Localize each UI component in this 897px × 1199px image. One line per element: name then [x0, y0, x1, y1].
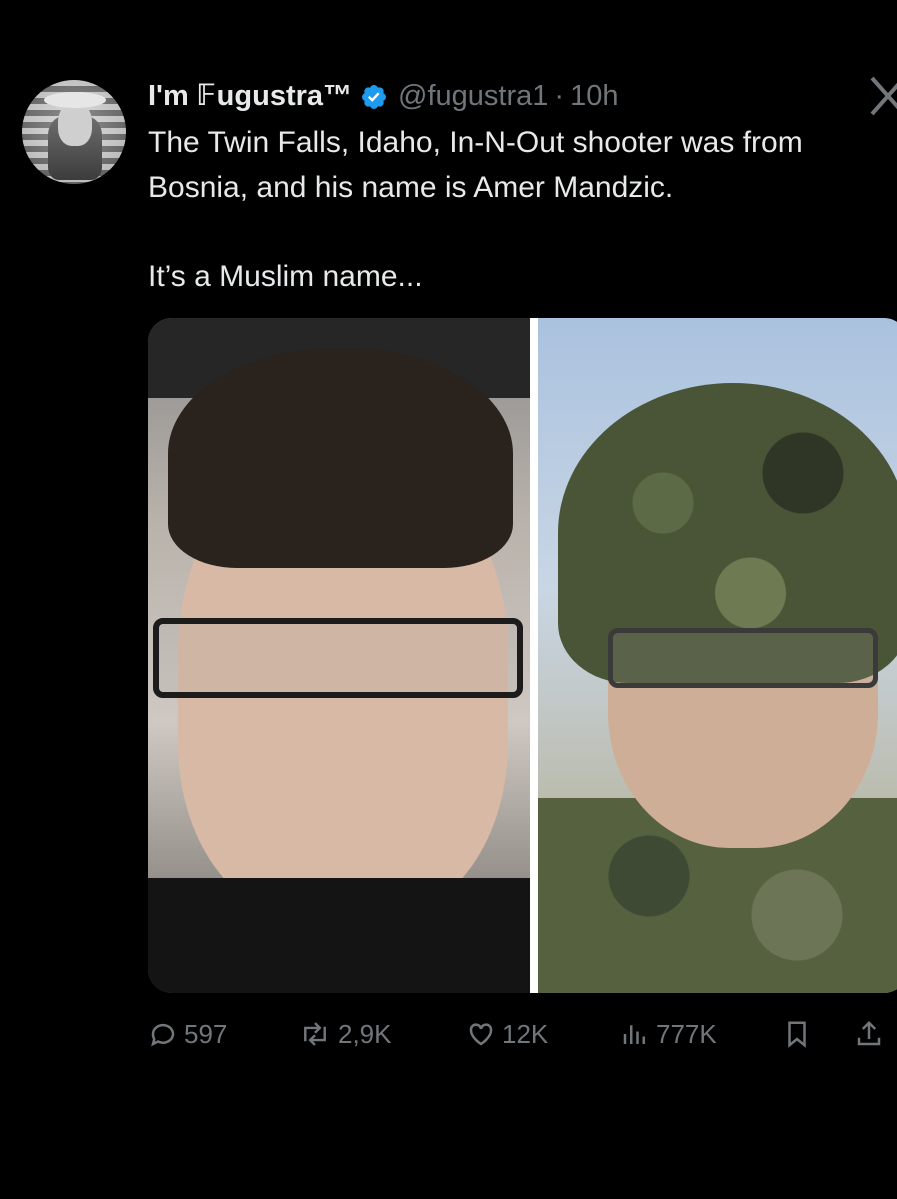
reply-button[interactable]: 597 — [148, 1012, 227, 1056]
action-bar: 597 2,9K 12K 777K — [148, 1012, 897, 1056]
verified-badge-icon — [360, 82, 388, 110]
x-icon[interactable] — [868, 74, 897, 118]
repost-icon — [298, 1019, 332, 1049]
repost-button[interactable]: 2,9K — [298, 1012, 392, 1056]
bookmark-icon — [784, 1019, 810, 1049]
share-button[interactable] — [854, 1012, 884, 1056]
like-count: 12K — [502, 1018, 549, 1049]
tweet-text-paragraph-2: It’s a Muslim name... — [148, 260, 423, 293]
media-divider — [530, 318, 538, 993]
reply-icon — [148, 1019, 178, 1049]
tweet-header: I'm 𝔽ugustra™ @fugustra1 · 10h — [148, 76, 618, 116]
avatar[interactable] — [22, 80, 126, 184]
right-photo[interactable] — [538, 318, 897, 993]
like-button[interactable]: 12K — [466, 1012, 548, 1056]
handle[interactable]: @fugustra1 — [398, 76, 548, 116]
tweet-text-paragraph-1: The Twin Falls, Idaho, In-N-Out shooter … — [148, 126, 803, 204]
share-icon — [854, 1019, 884, 1049]
reply-count: 597 — [184, 1018, 228, 1049]
avatar-face — [58, 102, 92, 146]
repost-count: 2,9K — [338, 1018, 392, 1049]
left-photo-shirt — [148, 878, 530, 993]
left-photo[interactable] — [148, 318, 530, 993]
separator-dot: · — [554, 80, 565, 112]
left-photo-hair — [168, 348, 513, 568]
views-count: 777K — [656, 1018, 717, 1049]
bookmark-button[interactable] — [784, 1012, 810, 1056]
display-name[interactable]: I'm 𝔽ugustra™ — [148, 76, 352, 116]
tweet: I'm 𝔽ugustra™ @fugustra1 · 10h The Twin … — [0, 0, 897, 1199]
views-icon — [620, 1019, 650, 1049]
left-photo-glasses — [153, 618, 523, 698]
timestamp[interactable]: 10h — [570, 76, 618, 116]
heart-icon — [466, 1019, 496, 1049]
right-photo-glasses — [608, 628, 878, 688]
avatar-hat — [44, 92, 106, 108]
tweet-text: The Twin Falls, Idaho, In-N-Out shooter … — [148, 120, 878, 299]
media-grid[interactable] — [148, 318, 897, 993]
views-button[interactable]: 777K — [620, 1012, 717, 1056]
